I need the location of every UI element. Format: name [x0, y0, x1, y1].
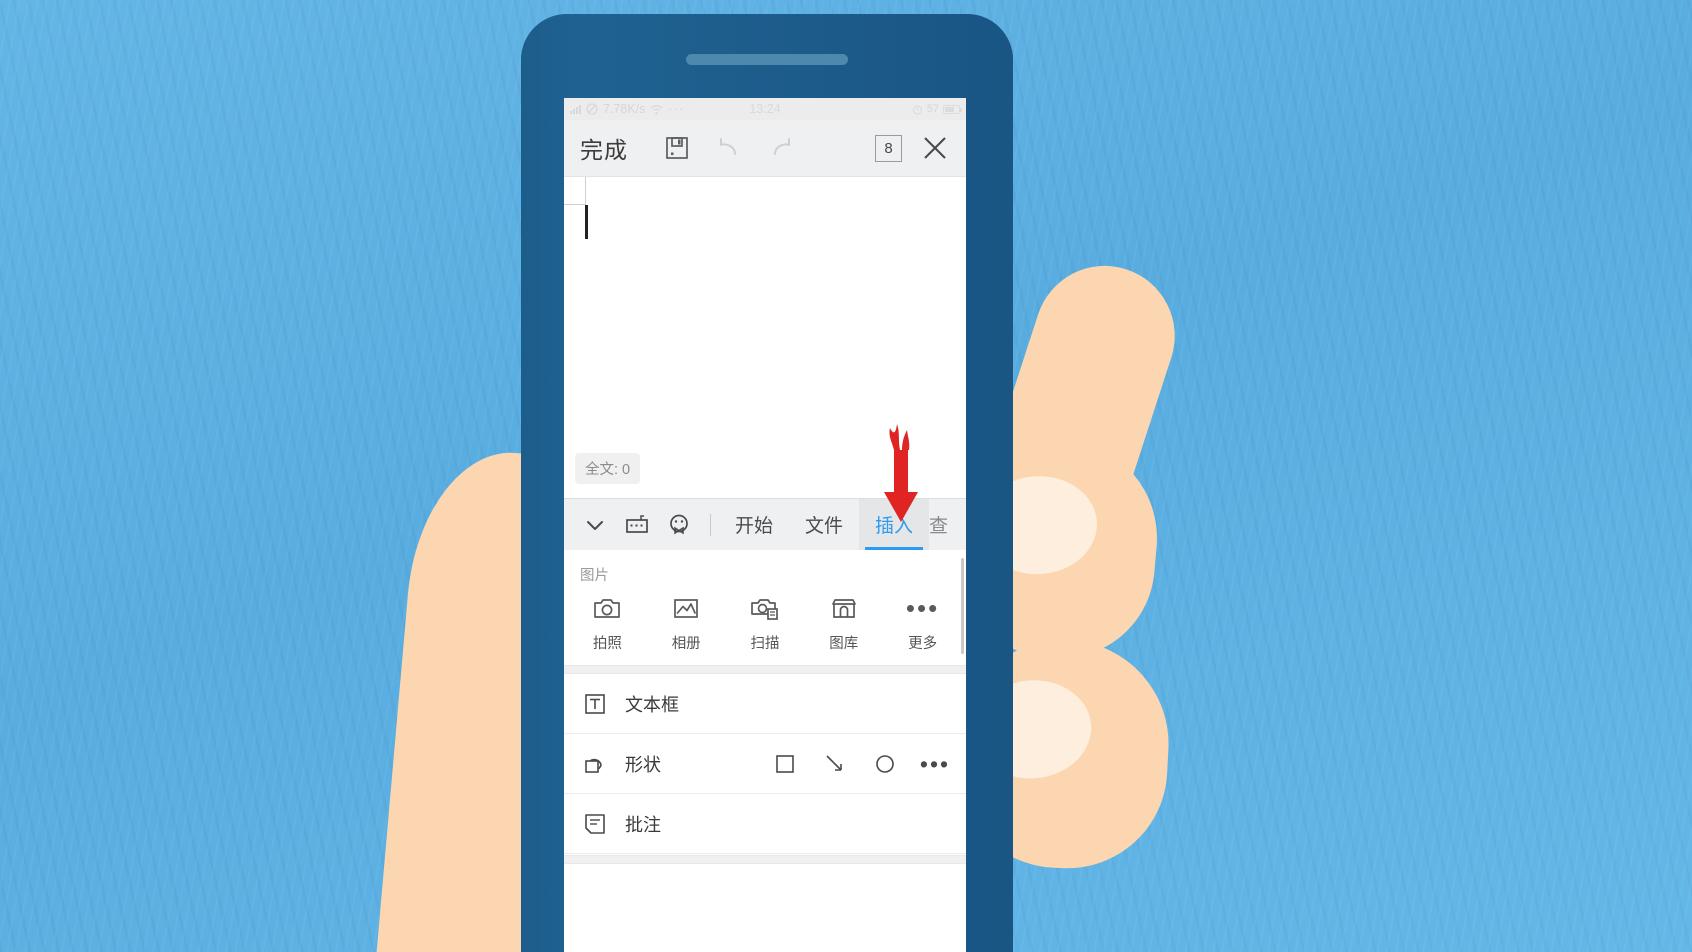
gallery-store-icon — [831, 599, 856, 618]
undo-arrow-icon — [706, 125, 752, 171]
insert-scan[interactable]: 扫描 — [726, 593, 805, 653]
chevron-down-icon[interactable] — [574, 504, 616, 546]
status-bar: 7.78K/s ··· 13:24 57 — [564, 98, 966, 120]
insert-more[interactable]: ••• 更多 — [883, 593, 962, 653]
status-time: 13:24 — [749, 102, 781, 116]
red-down-arrow — [884, 424, 918, 522]
insert-photo-camera[interactable]: 拍照 — [568, 593, 647, 653]
textbox-icon — [580, 692, 610, 716]
image-insert-row: 拍照 相册 扫描 图库 ••• 更多 — [564, 587, 966, 665]
battery-percent-label: 57 — [926, 103, 939, 115]
insert-gallery[interactable]: 图库 — [804, 593, 883, 653]
toolbar-divider — [710, 513, 711, 536]
insert-photo-album-label: 相册 — [671, 636, 701, 652]
page-count-badge[interactable]: 8 — [875, 134, 902, 162]
text-caret — [585, 205, 588, 239]
insert-shape-label: 形状 — [625, 754, 661, 775]
phone-device: 7.78K/s ··· 13:24 57 完成 8 全文: 0 开始 文件 插入… — [521, 14, 1013, 952]
alarm-icon — [912, 105, 922, 115]
section-divider-bottom — [564, 855, 966, 864]
insert-textbox-row[interactable]: 文本框 — [564, 674, 966, 734]
insert-gallery-label: 图库 — [829, 636, 859, 652]
tab-review[interactable]: 查 — [929, 499, 948, 550]
camera-icon — [594, 599, 621, 618]
emoji-face-icon[interactable] — [658, 504, 700, 546]
page-corner-marker — [564, 177, 586, 205]
image-group-label: 图片 — [580, 568, 609, 584]
more-dots-icon: ••• — [905, 593, 940, 623]
insert-scan-label: 扫描 — [750, 636, 780, 652]
phone-earpiece-speaker — [686, 54, 848, 65]
more-dots-icon[interactable]: ••• — [920, 749, 950, 779]
scan-camera-icon — [751, 599, 778, 620]
redo-arrow-icon — [758, 125, 804, 171]
insert-textbox-label: 文本框 — [625, 694, 679, 715]
save-icon[interactable] — [654, 125, 700, 171]
insert-shape-row[interactable]: 形状 ••• — [564, 734, 966, 794]
keyboard-icon[interactable] — [616, 504, 658, 546]
insert-photo-album[interactable]: 相册 — [647, 593, 726, 653]
app-toolbar: 完成 8 — [564, 120, 966, 176]
square-shape-icon[interactable] — [770, 749, 800, 779]
insert-comment-label: 批注 — [625, 814, 661, 835]
insert-comment-row[interactable]: 批注 — [564, 794, 966, 854]
comment-note-icon — [580, 812, 610, 836]
photo-album-icon — [674, 599, 699, 618]
battery-icon — [943, 104, 962, 114]
insert-more-label: 更多 — [908, 636, 938, 652]
done-button[interactable]: 完成 — [580, 131, 628, 165]
insert-photo-camera-label: 拍照 — [592, 636, 622, 652]
tab-file[interactable]: 文件 — [789, 499, 859, 550]
line-shape-icon[interactable] — [820, 749, 850, 779]
section-divider — [564, 665, 966, 674]
word-count-badge: 全文: 0 — [575, 453, 641, 484]
circle-shape-icon[interactable] — [870, 749, 900, 779]
ribbon-scrollbar[interactable] — [961, 558, 964, 654]
shape-icon — [580, 752, 610, 776]
ribbon-content-panel: 图片 拍照 相册 扫描 图库 ••• 更多 文本框 形状 ••• 批注 — [564, 550, 966, 952]
tab-start[interactable]: 开始 — [719, 499, 789, 550]
close-x-icon[interactable] — [920, 133, 950, 163]
